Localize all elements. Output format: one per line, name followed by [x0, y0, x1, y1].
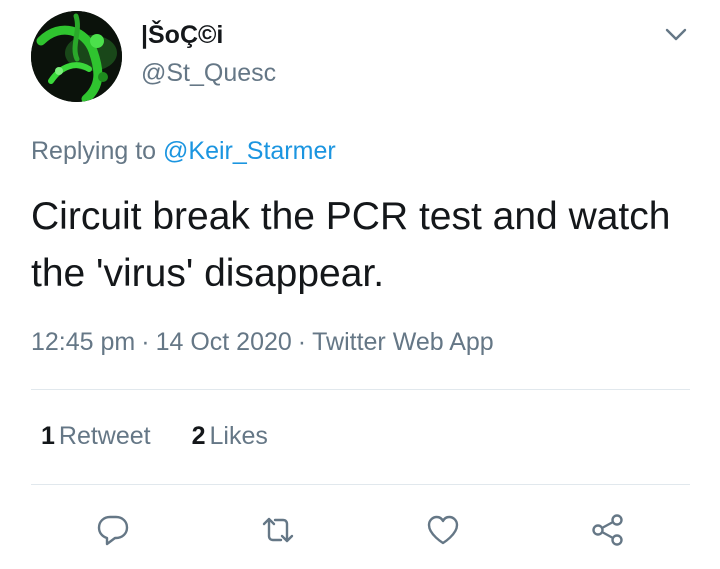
tweet-stats: 1 Retweet 2 Likes	[41, 420, 302, 452]
retweet-icon	[262, 517, 294, 543]
likes-count: 2	[191, 422, 206, 450]
like-button[interactable]	[423, 510, 463, 550]
share-button[interactable]	[588, 510, 628, 550]
likes-stat[interactable]: 2 Likes	[192, 422, 268, 450]
tweet-meta: 12:45 pm · 14 Oct 2020 · Twitter Web App	[31, 326, 494, 358]
reply-mention-link[interactable]: @Keir_Starmer	[163, 137, 336, 165]
retweet-button[interactable]	[258, 510, 298, 550]
replying-to-label: Replying to	[31, 137, 157, 165]
likes-label: Likes	[209, 422, 268, 450]
meta-separator: ·	[297, 328, 307, 356]
tweet-source[interactable]: Twitter Web App	[312, 328, 494, 356]
avatar[interactable]	[31, 11, 122, 102]
reply-button[interactable]	[93, 510, 133, 550]
avatar-image	[31, 11, 122, 102]
retweets-count: 1	[41, 422, 55, 450]
display-name[interactable]: |ŠoÇ©i	[141, 19, 223, 51]
tweet-time[interactable]: 12:45 pm	[31, 328, 135, 356]
retweets-label: Retweet	[58, 422, 151, 450]
replying-to: Replying to @Keir_Starmer	[31, 135, 336, 167]
tweet-date[interactable]: 14 Oct 2020	[156, 328, 292, 356]
tweet-text: Circuit break the PCR test and watch the…	[31, 195, 671, 295]
share-icon	[592, 514, 623, 546]
chevron-down-icon[interactable]	[662, 20, 690, 48]
user-handle[interactable]: @St_Quesc	[141, 57, 276, 89]
reply-icon	[97, 515, 129, 546]
meta-separator: ·	[141, 328, 150, 356]
retweets-stat[interactable]: 1 Retweet	[41, 422, 151, 450]
divider	[31, 484, 690, 485]
divider	[31, 389, 690, 390]
like-icon	[427, 515, 459, 545]
